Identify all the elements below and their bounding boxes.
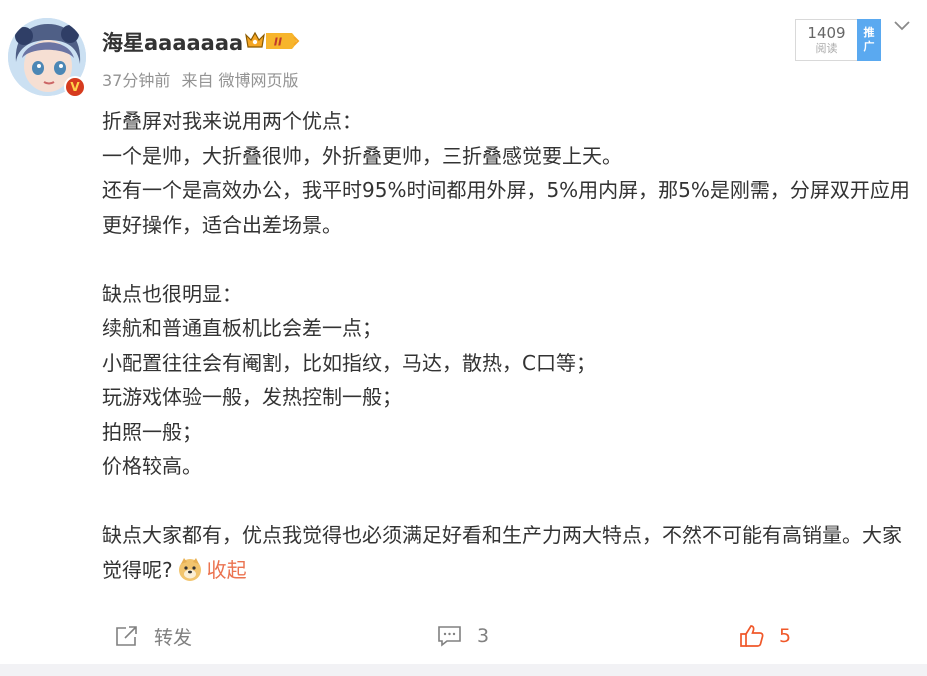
read-count: 1409 bbox=[807, 24, 846, 42]
promote-char-2: 广 bbox=[863, 40, 875, 53]
content-blank-line bbox=[102, 242, 917, 277]
post-meta: 37分钟前 来自 微博网页版 bbox=[102, 67, 305, 91]
content-line: 缺点也很明显： bbox=[102, 281, 242, 306]
promote-char-1: 推 bbox=[863, 26, 875, 39]
repost-button[interactable]: 转发 bbox=[114, 618, 192, 654]
verified-badge: V bbox=[64, 76, 86, 98]
comment-button[interactable]: 3 bbox=[437, 618, 489, 654]
repost-icon bbox=[116, 626, 137, 646]
feed-divider bbox=[0, 664, 927, 676]
content-line: 拍照一般； bbox=[102, 419, 202, 444]
content-blank-line bbox=[102, 484, 917, 519]
repost-label: 转发 bbox=[154, 626, 193, 649]
promote-button[interactable]: 推 广 bbox=[857, 19, 881, 61]
chevron-down-icon[interactable] bbox=[892, 15, 912, 35]
post-source: 来自 微博网页版 bbox=[181, 71, 299, 90]
read-counter: 1409 阅读 bbox=[795, 19, 857, 61]
comment-icon bbox=[438, 626, 461, 647]
thumbs-up-icon bbox=[740, 625, 764, 647]
content-line: 价格较高。 bbox=[102, 454, 202, 478]
action-bar: 转发 3 5 bbox=[0, 618, 927, 654]
content-line: 一个是帅，大折叠很帅，外折叠更帅，三折叠感觉要上天。 bbox=[102, 143, 622, 168]
post-content: 折叠屏对我来说用两个优点： 一个是帅，大折叠很帅，外折叠更帅，三折叠感觉要上天。… bbox=[102, 104, 917, 587]
doge-emoji-icon bbox=[178, 557, 201, 581]
content-line: 折叠屏对我来说用两个优点： bbox=[102, 109, 362, 133]
content-line: 还有一个是高效办公，我平时95%时间都用外屏，5%用内屏，那5%是刚需，分屏双开… bbox=[102, 178, 910, 237]
comment-count: 3 bbox=[477, 625, 490, 647]
like-count: 5 bbox=[779, 625, 792, 647]
content-line: 玩游戏体验一般，发热控制一般； bbox=[102, 385, 402, 409]
post-time[interactable]: 37分钟前 bbox=[102, 71, 170, 90]
read-label: 阅读 bbox=[815, 42, 838, 55]
content-last-paragraph: 缺点大家都有，优点我觉得也必须满足好看和生产力两大特点，不然不可能有高销量。大家… bbox=[102, 518, 917, 587]
like-button[interactable]: 5 bbox=[739, 618, 791, 654]
content-line: 续航和普通直板机比会差一点； bbox=[102, 316, 382, 340]
content-line: 小配置往往会有阉割，比如指纹，马达，散热，C口等； bbox=[102, 350, 596, 375]
collapse-link[interactable]: 收起 bbox=[207, 558, 247, 582]
vip-crown-icon[interactable]: II bbox=[244, 29, 302, 53]
author-name[interactable]: 海星aaaaaaa bbox=[102, 27, 243, 57]
vip-level-text: II bbox=[274, 36, 282, 49]
